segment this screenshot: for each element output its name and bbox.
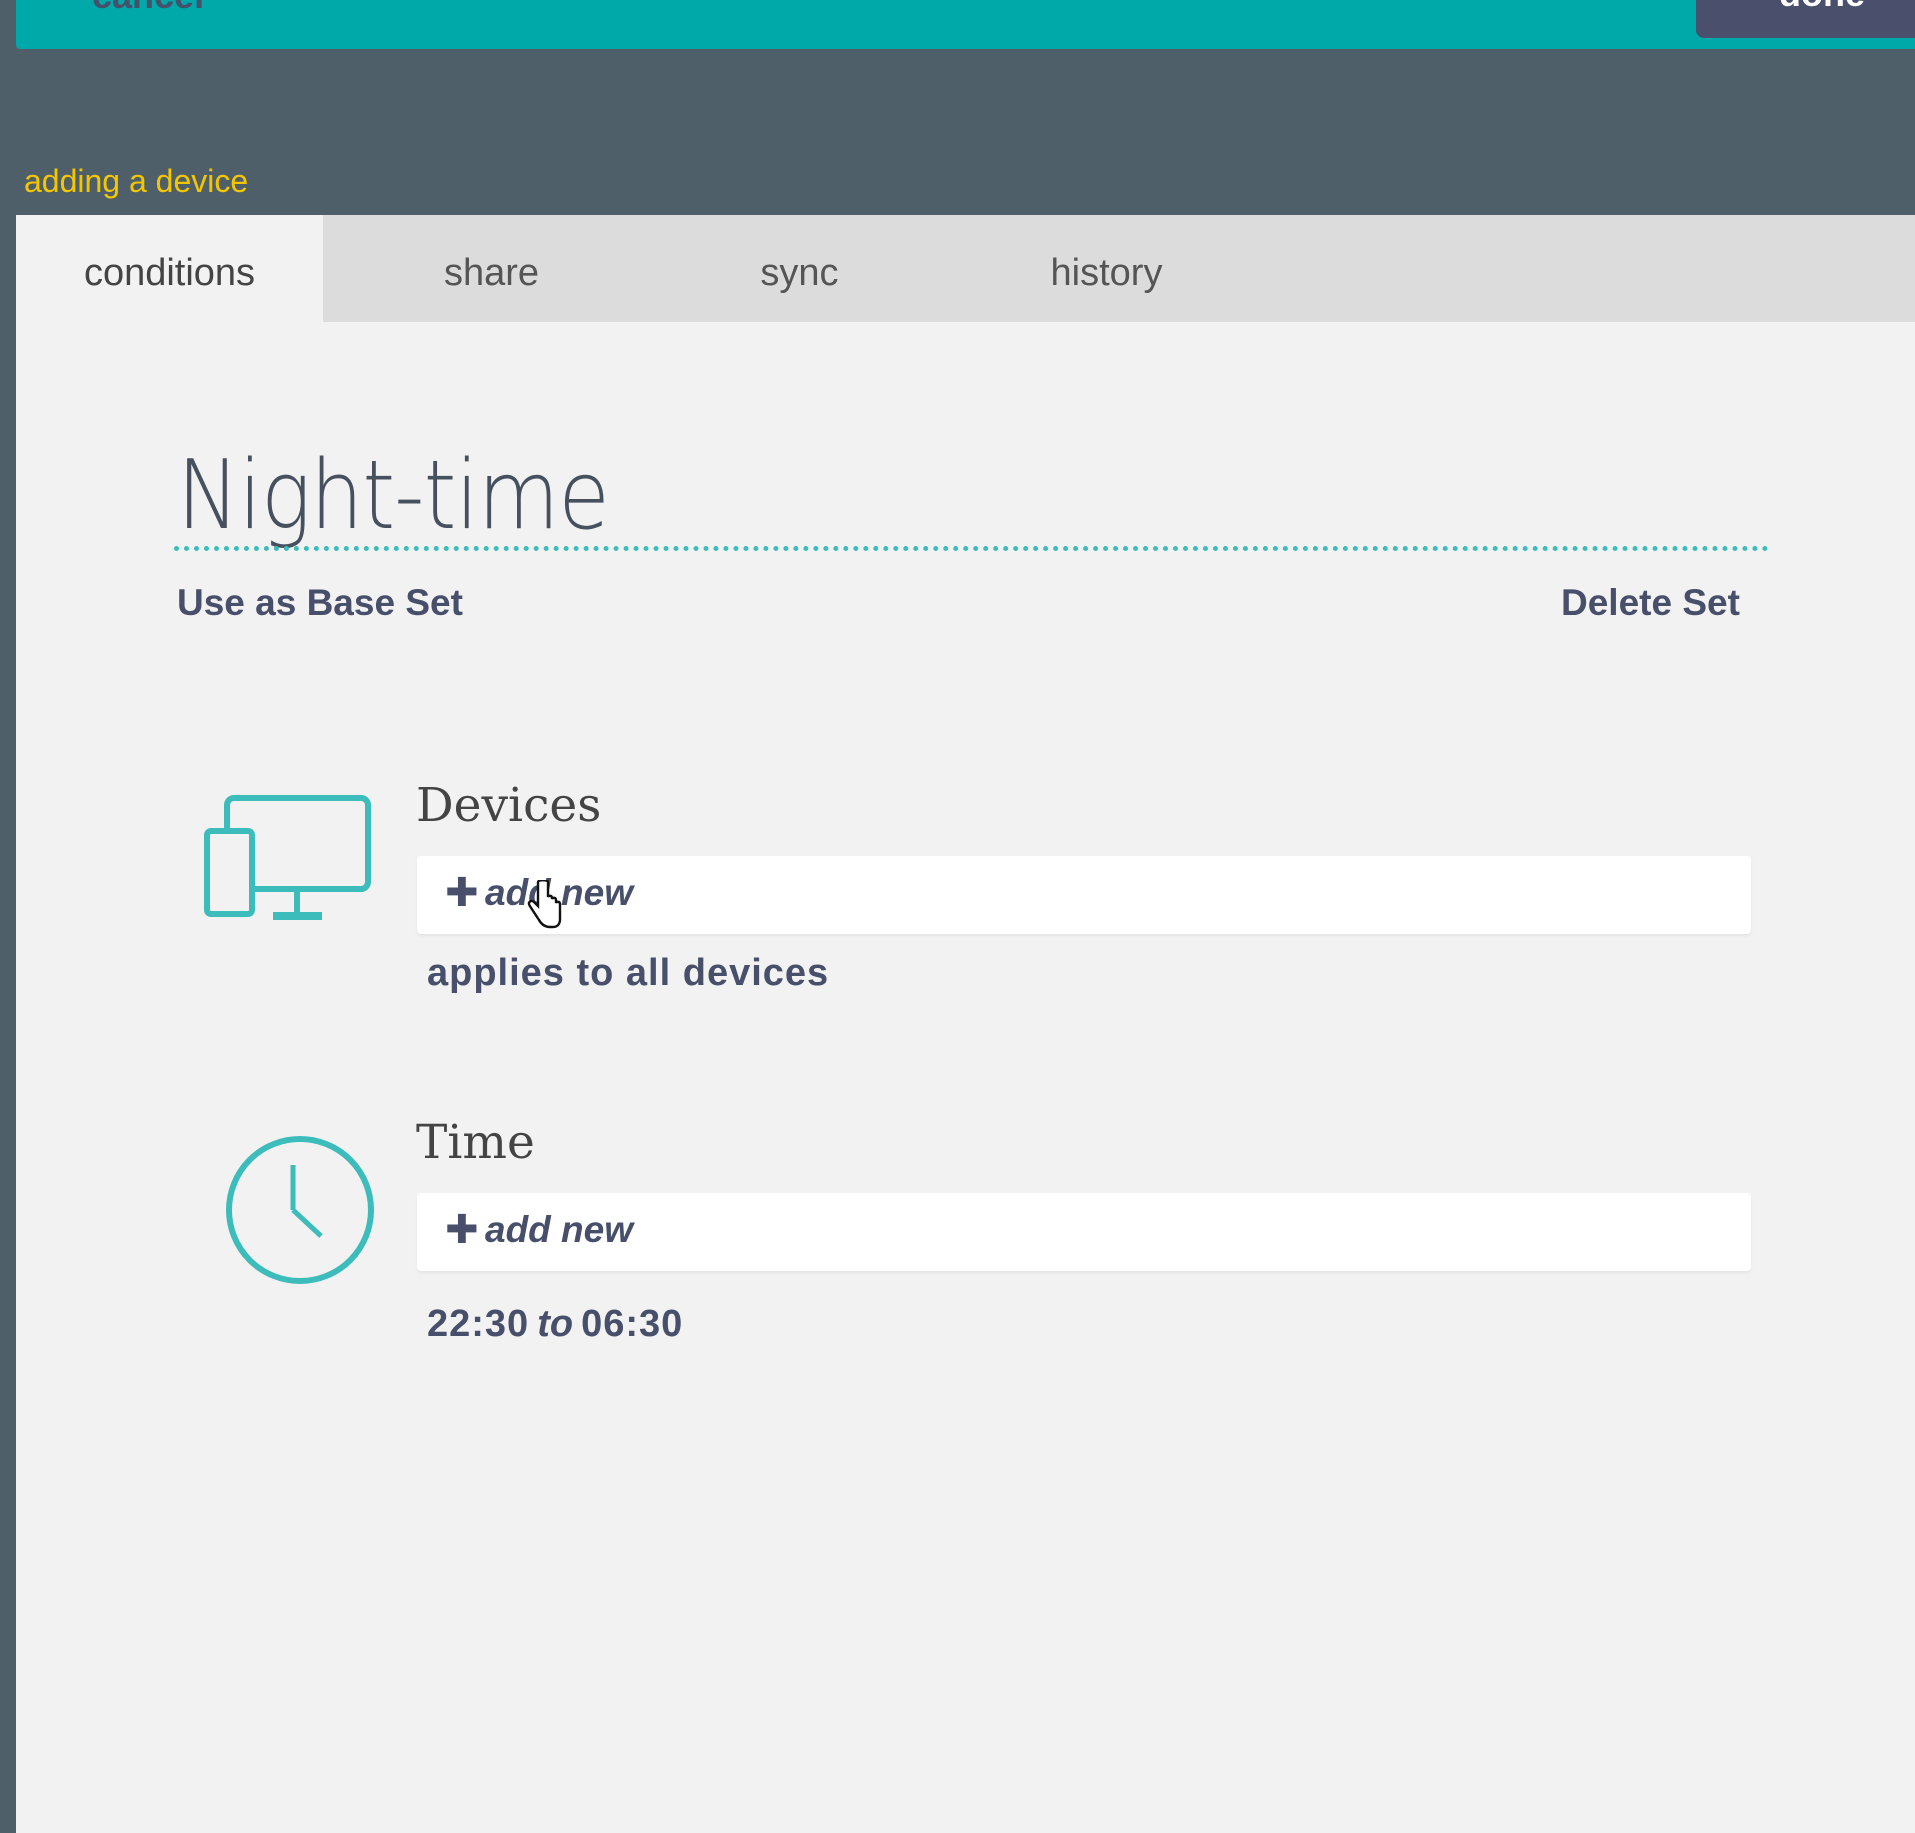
- devices-add-new-button[interactable]: ✚ add new: [417, 856, 1751, 934]
- time-end: 06:30: [581, 1303, 684, 1345]
- top-action-bar: cancel done: [16, 0, 1915, 49]
- devices-scope-note: applies to all devices: [427, 952, 830, 994]
- plus-icon: ✚: [445, 1208, 479, 1252]
- tab-conditions[interactable]: conditions: [16, 215, 323, 322]
- devices-icon: [204, 795, 371, 920]
- tab-bar: conditions share sync history: [16, 215, 1915, 322]
- plus-icon: ✚: [445, 871, 479, 915]
- conditions-panel: conditions share sync history Night-time…: [16, 215, 1915, 1833]
- tab-share[interactable]: share: [338, 215, 645, 322]
- tab-history[interactable]: history: [953, 215, 1260, 322]
- cancel-button[interactable]: cancel: [92, 0, 204, 17]
- time-heading: Time: [416, 1115, 535, 1170]
- status-message: adding a device: [24, 163, 249, 199]
- done-button-label: done: [1779, 0, 1865, 15]
- set-title[interactable]: Night-time: [177, 441, 610, 551]
- time-start: 22:30: [427, 1303, 530, 1345]
- use-as-base-set-button[interactable]: Use as Base Set: [177, 582, 463, 624]
- delete-set-button[interactable]: Delete Set: [1561, 582, 1740, 624]
- devices-heading: Devices: [416, 778, 602, 833]
- clock-icon: [226, 1136, 374, 1284]
- hand-cursor-icon: [527, 880, 562, 929]
- time-add-new-label: add new: [485, 1209, 634, 1250]
- tab-sync[interactable]: sync: [646, 215, 953, 322]
- time-separator: to: [537, 1303, 574, 1345]
- time-add-new-button[interactable]: ✚ add new: [417, 1193, 1751, 1271]
- time-range[interactable]: 22:30 to 06:30: [427, 1303, 683, 1346]
- title-divider: [174, 546, 1769, 551]
- done-button[interactable]: done: [1696, 0, 1915, 38]
